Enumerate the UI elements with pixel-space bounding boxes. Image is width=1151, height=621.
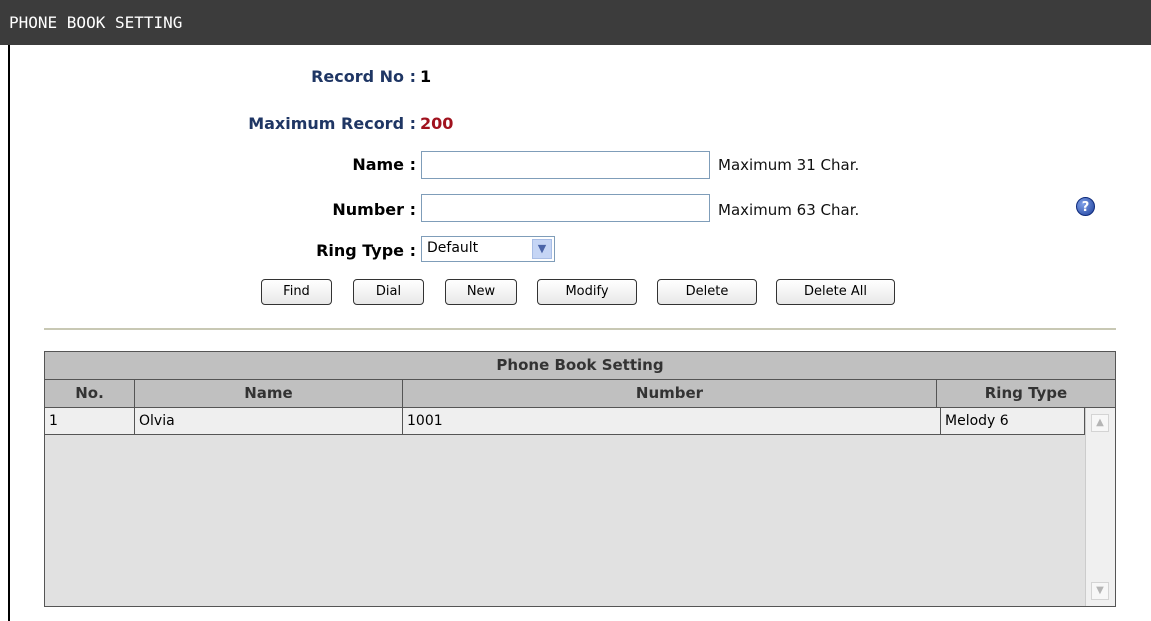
- column-header-no: No.: [45, 380, 135, 408]
- scroll-up-arrow-icon[interactable]: ▲: [1091, 414, 1109, 432]
- divider: [44, 328, 1116, 330]
- scroll-down-arrow-icon[interactable]: ▼: [1091, 582, 1109, 600]
- cell-name[interactable]: Olvia: [135, 408, 403, 435]
- modify-button[interactable]: Modify: [537, 279, 637, 305]
- new-button[interactable]: New: [445, 279, 517, 305]
- phone-book-table: Phone Book Setting No. Name Number Ring …: [44, 351, 1116, 607]
- left-border: [8, 45, 10, 621]
- record-no-value: 1: [420, 67, 432, 86]
- chevron-down-icon[interactable]: ▼: [532, 239, 552, 259]
- number-label: Number :: [332, 200, 416, 219]
- dial-button[interactable]: Dial: [353, 279, 424, 305]
- section-header: PHONE BOOK SETTING: [0, 0, 1151, 45]
- name-label: Name :: [352, 155, 416, 174]
- section-title: PHONE BOOK SETTING: [9, 13, 183, 32]
- cell-no[interactable]: 1: [45, 408, 135, 435]
- delete-all-button[interactable]: Delete All: [776, 279, 895, 305]
- ring-type-selected-value: Default: [427, 240, 479, 256]
- record-no-label: Record No :: [311, 67, 416, 86]
- column-header-number: Number: [403, 380, 937, 408]
- delete-button[interactable]: Delete: [657, 279, 757, 305]
- number-input[interactable]: [421, 194, 710, 222]
- max-record-label: Maximum Record :: [248, 114, 416, 133]
- name-hint: Maximum 31 Char.: [718, 156, 860, 174]
- find-button[interactable]: Find: [261, 279, 332, 305]
- column-header-name: Name: [135, 380, 403, 408]
- help-icon[interactable]: ?: [1076, 197, 1095, 216]
- name-input[interactable]: [421, 151, 710, 179]
- ring-type-label: Ring Type :: [316, 241, 416, 260]
- cell-number[interactable]: 1001: [403, 408, 941, 435]
- table-scrollbar[interactable]: ▲ ▼: [1085, 408, 1115, 606]
- number-hint: Maximum 63 Char.: [718, 201, 860, 219]
- cell-ring-type[interactable]: Melody 6: [941, 408, 1085, 435]
- table-caption: Phone Book Setting: [45, 352, 1115, 380]
- column-header-ring-type: Ring Type: [937, 380, 1115, 408]
- max-record-value: 200: [420, 114, 454, 133]
- ring-type-select[interactable]: Default ▼: [421, 236, 555, 262]
